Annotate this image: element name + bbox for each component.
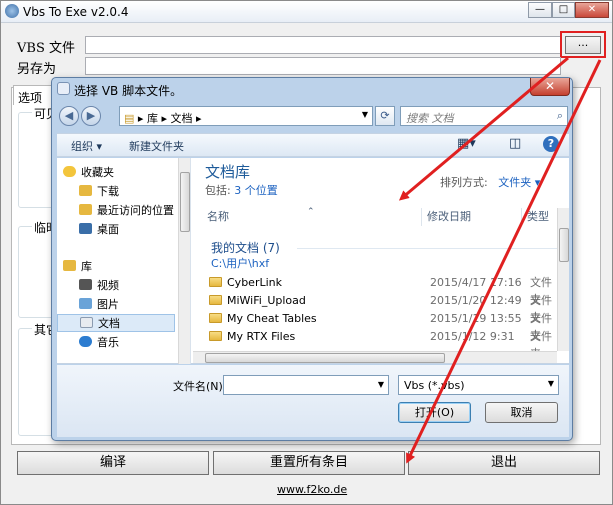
- file-row[interactable]: My Cheat Tables 2015/1/19 13:55 文件夹: [207, 310, 557, 342]
- organize-menu[interactable]: 组织 ▾: [71, 138, 102, 154]
- window-title: Vbs To Exe v2.0.4: [23, 5, 129, 19]
- nav-music[interactable]: 音乐: [79, 334, 119, 352]
- nav-libraries[interactable]: 库: [63, 258, 92, 276]
- back-arrow-icon[interactable]: ◀: [59, 106, 79, 126]
- folder-icon: [209, 295, 222, 305]
- includes-locations-link[interactable]: 3 个位置: [234, 184, 278, 197]
- website-link[interactable]: www.f2ko.de: [277, 483, 347, 496]
- column-name[interactable]: 名称: [207, 208, 229, 226]
- dialog-close-button[interactable]: ✕: [530, 78, 570, 96]
- library-includes: 包括: 3 个位置: [205, 184, 278, 197]
- file-type-select[interactable]: Vbs (*.vbs) ▼: [398, 375, 559, 395]
- nav-documents[interactable]: 文档: [57, 314, 175, 332]
- file-list-scrollbar-thumb[interactable]: [559, 228, 569, 262]
- arrange-by: 排列方式: 文件夹 ▾: [440, 176, 541, 189]
- filename-input[interactable]: ▼: [223, 375, 389, 395]
- preview-pane-icon[interactable]: ◫: [509, 136, 521, 151]
- nav-favorites[interactable]: 收藏夹: [63, 164, 114, 182]
- file-list-scrollbar[interactable]: [557, 208, 569, 351]
- folder-icon: [209, 331, 222, 341]
- horizontal-scrollbar-thumb[interactable]: [205, 353, 445, 363]
- tab-options[interactable]: 选项: [13, 85, 53, 105]
- highlight-box: [560, 31, 606, 58]
- file-row[interactable]: CyberLink 2015/4/17 17:16 文件夹: [207, 274, 557, 306]
- nav-scrollbar[interactable]: [178, 158, 190, 364]
- file-row[interactable]: My RTX Files 2015/1/12 9:31 文件夹: [207, 328, 557, 360]
- navigation-pane: 收藏夹 下载 最近访问的位置 桌面 库 视频 图片 文档 音乐: [57, 158, 191, 364]
- dialog-title: 选择 VB 脚本文件。: [74, 84, 183, 98]
- minimize-button[interactable]: —: [528, 2, 552, 18]
- desktop-icon: [79, 223, 92, 234]
- nav-desktop[interactable]: 桌面: [79, 221, 119, 239]
- vbs-file-label: VBS 文件: [17, 41, 75, 56]
- filename-dropdown-icon[interactable]: ▼: [374, 376, 388, 394]
- nav-scrollbar-thumb[interactable]: [180, 172, 190, 232]
- sort-caret-icon: ⌃: [307, 207, 315, 217]
- title-bar: Vbs To Exe v2.0.4 — □ ✕: [1, 1, 612, 23]
- arrange-by-dropdown[interactable]: 文件夹 ▾: [498, 176, 540, 189]
- dialog-toolbar: 组织 ▾ 新建文件夹 ▦▾ ◫ ?: [57, 133, 569, 157]
- pictures-icon: [79, 298, 92, 309]
- file-row[interactable]: MiWiFi_Upload 2015/1/20 12:49 文件夹: [207, 292, 557, 324]
- refresh-icon[interactable]: ⟳: [375, 106, 395, 126]
- group-path-link[interactable]: C:\用户\hxf: [211, 255, 269, 271]
- dialog-icon: [57, 82, 70, 95]
- cancel-button[interactable]: 取消: [485, 402, 558, 423]
- forward-arrow-icon[interactable]: ▶: [81, 106, 101, 126]
- column-date-modified[interactable]: 修改日期: [427, 208, 471, 226]
- save-as-input[interactable]: [85, 57, 561, 75]
- reset-all-button[interactable]: 重置所有条目: [213, 451, 405, 475]
- new-folder-button[interactable]: 新建文件夹: [129, 138, 184, 154]
- help-icon[interactable]: ?: [543, 136, 559, 152]
- open-file-dialog: 选择 VB 脚本文件。 ✕ ◀ ▶ ▤ ▸ 库 ▸ 文档 ▸ ▼ ⟳ 搜索 文档…: [51, 77, 573, 441]
- column-type[interactable]: 类型: [527, 208, 549, 226]
- folder-icon: [209, 277, 222, 287]
- close-button[interactable]: ✕: [575, 2, 609, 18]
- dialog-footer: 文件名(N): ▼ Vbs (*.vbs) ▼ 打开(O) 取消: [57, 365, 569, 437]
- music-icon: [79, 336, 92, 347]
- app-icon: [5, 4, 19, 18]
- search-icon[interactable]: ⌕: [557, 109, 563, 123]
- folder-icon: [209, 313, 222, 323]
- video-icon: [79, 279, 92, 290]
- breadcrumb-library[interactable]: 库: [147, 112, 158, 125]
- nav-pictures[interactable]: 图片: [79, 296, 119, 314]
- breadcrumb-documents[interactable]: 文档: [170, 112, 192, 125]
- address-dropdown-icon[interactable]: ▼: [362, 110, 368, 119]
- open-button[interactable]: 打开(O): [398, 402, 471, 423]
- vbs-file-input[interactable]: [85, 36, 561, 54]
- filename-label: 文件名(N):: [173, 380, 227, 393]
- search-input[interactable]: 搜索 文档 ⌕: [400, 106, 568, 126]
- address-folder-icon: ▤: [124, 112, 135, 125]
- downloads-folder-icon: [79, 185, 92, 196]
- compile-button[interactable]: 编译: [17, 451, 209, 475]
- save-as-label: 另存为: [17, 62, 57, 77]
- recent-places-icon: [79, 204, 92, 215]
- library-title: 文档库: [205, 163, 251, 181]
- browser-area: 收藏夹 下载 最近访问的位置 桌面 库 视频 图片 文档 音乐 文档库 包括: …: [57, 158, 569, 364]
- maximize-button[interactable]: □: [552, 2, 575, 18]
- view-options-icon[interactable]: ▦▾: [457, 136, 476, 151]
- breadcrumb-sep-icon: ▸: [137, 112, 147, 125]
- file-type-dropdown-icon[interactable]: ▼: [548, 379, 554, 388]
- nav-recent-places[interactable]: 最近访问的位置: [79, 202, 174, 220]
- nav-downloads[interactable]: 下载: [79, 183, 119, 201]
- horizontal-scrollbar[interactable]: [193, 351, 557, 363]
- nav-videos[interactable]: 视频: [79, 277, 119, 295]
- documents-icon: [80, 317, 93, 328]
- star-icon: [63, 166, 76, 177]
- search-placeholder: 搜索 文档: [406, 112, 454, 125]
- group-header[interactable]: 我的文档 (7): [211, 239, 280, 256]
- library-icon: [63, 260, 76, 271]
- address-bar[interactable]: ▤ ▸ 库 ▸ 文档 ▸ ▼: [119, 106, 373, 126]
- exit-button[interactable]: 退出: [408, 451, 600, 475]
